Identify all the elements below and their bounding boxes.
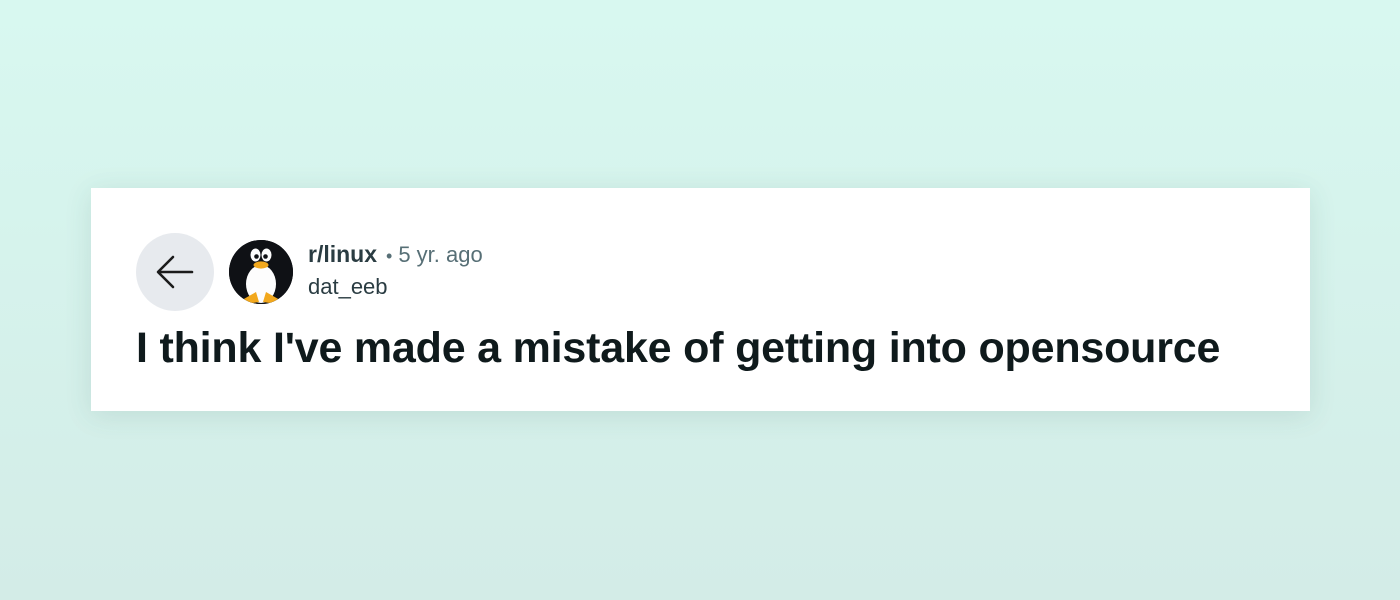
meta-separator: • (386, 246, 393, 266)
back-button[interactable] (136, 233, 214, 311)
tux-penguin-icon (229, 240, 293, 304)
author-link[interactable]: dat_eeb (308, 276, 388, 298)
post-timestamp: 5 yr. ago (398, 242, 483, 267)
post-meta: r/linux • 5 yr. ago dat_eeb (308, 243, 483, 298)
post-header-card: r/linux • 5 yr. ago dat_eeb I think I've… (91, 188, 1310, 411)
subreddit-avatar[interactable] (229, 240, 293, 304)
arrow-left-icon (156, 255, 194, 289)
post-title: I think I've made a mistake of getting i… (136, 324, 1221, 372)
subreddit-link[interactable]: r/linux (308, 243, 377, 266)
